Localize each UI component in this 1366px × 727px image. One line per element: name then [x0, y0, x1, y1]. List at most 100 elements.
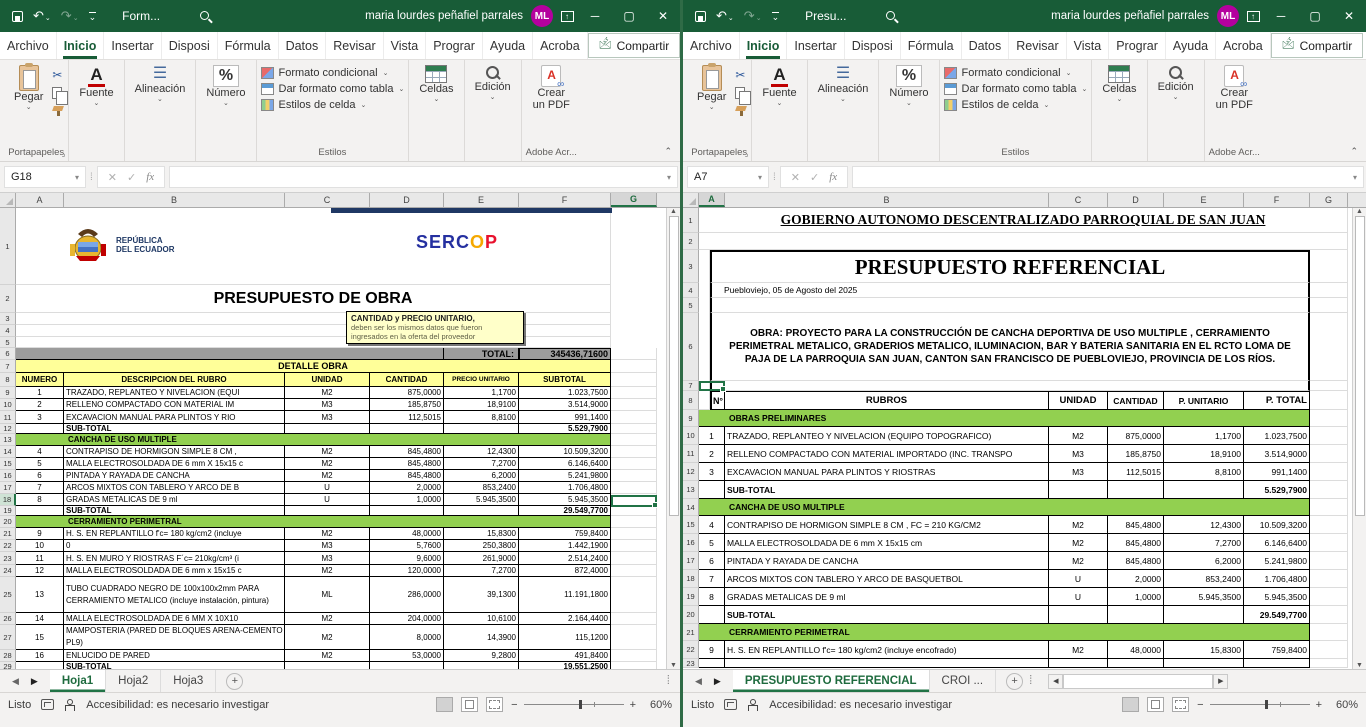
cell[interactable]: 5 [699, 534, 725, 552]
cell[interactable]: 845,4800 [1108, 552, 1164, 570]
cell[interactable]: SUB-TOTAL [64, 506, 285, 516]
row-header[interactable]: 8 [683, 391, 699, 410]
row-header[interactable]: 13 [683, 481, 699, 499]
cell[interactable] [1310, 552, 1348, 570]
cell[interactable]: 29.549,7700 [519, 506, 611, 516]
cancel-icon[interactable]: ✕ [108, 171, 117, 184]
cell[interactable]: 759,8400 [519, 528, 611, 540]
cell[interactable]: 112,5015 [370, 411, 444, 424]
table-row[interactable]: 2311H. S. EN MURO Y RIOSTRAS F´c= 210kg/… [0, 552, 666, 565]
font-button[interactable]: A Fuente⌄ [73, 62, 119, 110]
cell[interactable]: 9,2800 [444, 650, 519, 662]
cell[interactable]: M2 [285, 613, 370, 625]
page-break-view-icon[interactable] [486, 697, 503, 712]
cell[interactable]: M2 [285, 446, 370, 458]
row-header[interactable]: 1 [0, 208, 16, 285]
cell[interactable]: 5.529,7900 [1244, 481, 1310, 499]
cell[interactable]: SUB-TOTAL [725, 481, 1049, 499]
sheet-nav-right-icon[interactable]: ▶ [31, 676, 38, 687]
cell[interactable]: SUB-TOTAL [725, 606, 1049, 624]
row-header[interactable]: 26 [0, 613, 16, 625]
cell[interactable]: 9 [699, 641, 725, 659]
cell[interactable]: 1,0000 [370, 494, 444, 506]
cell[interactable] [611, 625, 657, 650]
cell[interactable]: 853,2400 [444, 482, 519, 494]
cell-description[interactable]: H. S. EN REPLANTILLO f'c= 180 kg/cm2 (in… [64, 528, 285, 540]
zoom-level[interactable]: 60% [1328, 699, 1358, 711]
normal-view-icon[interactable] [1122, 697, 1139, 712]
row-header[interactable]: 11 [683, 445, 699, 463]
share-button[interactable]: 🖄Compartir [1271, 33, 1364, 58]
row-header[interactable]: 4 [683, 283, 699, 298]
cell[interactable] [1164, 481, 1244, 499]
table-row[interactable]: 187ARCOS MIXTOS CON TABLERO Y ARCO DE BA… [683, 570, 1352, 588]
cell[interactable]: M2 [1049, 641, 1108, 659]
zoom-out-icon[interactable]: − [511, 699, 517, 711]
cell[interactable]: M3 [285, 399, 370, 411]
collapse-ribbon-icon[interactable]: ⌃ [664, 146, 672, 157]
cell-description[interactable]: RELLENO COMPACTADO CON MATERIAL IM [64, 399, 285, 411]
table-row[interactable]: 14CANCHA DE USO MULTIPLE [683, 499, 1352, 516]
page-break-view-icon[interactable] [1172, 697, 1189, 712]
undo-button[interactable]: ↶⌄ [33, 8, 51, 24]
cell[interactable]: 845,4800 [370, 470, 444, 482]
cell[interactable]: 48,0000 [1108, 641, 1164, 659]
cell[interactable] [1049, 481, 1108, 499]
table-row[interactable]: 2715MAMPOSTERIA (PARED DE BLOQUES ARENA-… [0, 625, 666, 650]
zoom-in-icon[interactable]: + [630, 699, 636, 711]
ribbon-tab-archivo[interactable]: Archivo [0, 32, 57, 59]
cell[interactable]: ML [285, 577, 370, 613]
cell[interactable]: 1.023,7500 [519, 387, 611, 399]
cell[interactable]: 845,4800 [1108, 516, 1164, 534]
column-header-E[interactable]: E [444, 193, 519, 207]
row-header[interactable]: 22 [0, 540, 16, 552]
row-header[interactable]: 10 [683, 427, 699, 445]
ribbon-tab-datos[interactable]: Datos [279, 32, 327, 59]
cell[interactable]: 1.706,4800 [519, 482, 611, 494]
table-row[interactable]: 176PINTADA Y RAYADA DE CANCHAM2845,48006… [683, 552, 1352, 570]
ribbon-tab-vista[interactable]: Vista [384, 32, 427, 59]
cell[interactable]: 8 [699, 588, 725, 606]
cell-description[interactable]: MALLA ELECTROSOLDADA DE 6 MM X 10X10 [64, 613, 285, 625]
tab-options-icon[interactable]: ⁞ [1029, 670, 1042, 692]
cell[interactable]: 14,3900 [444, 625, 519, 650]
cell[interactable]: 7 [16, 482, 64, 494]
cells-button[interactable]: Celdas⌄ [413, 62, 459, 106]
cell[interactable]: 1.442,1900 [519, 540, 611, 552]
conditional-formatting-button[interactable]: Formato condicional ⌄ [944, 67, 1088, 79]
row-header[interactable]: 16 [0, 470, 16, 482]
cell[interactable] [611, 577, 657, 613]
ribbon-tab-insertar[interactable]: Insertar [787, 32, 844, 59]
zoom-level[interactable]: 60% [642, 699, 672, 711]
ribbon-tab-revisar[interactable]: Revisar [326, 32, 383, 59]
cell[interactable]: 286,0000 [370, 577, 444, 613]
row-header[interactable]: 13 [0, 434, 16, 446]
cell[interactable] [370, 506, 444, 516]
row-header[interactable]: 2 [683, 233, 699, 250]
sheet-tab[interactable]: Hoja3 [161, 670, 216, 692]
cell[interactable] [1310, 445, 1348, 463]
cell[interactable]: 991,1400 [519, 411, 611, 424]
sheet-nav-left-icon[interactable]: ◀ [12, 676, 19, 687]
sheet-tab[interactable]: CROI ... [930, 670, 997, 692]
cell-description[interactable]: H. S. EN REPLANTILLO f'c= 180 kg/cm2 (in… [725, 641, 1049, 659]
cell[interactable] [699, 606, 725, 624]
cell-description[interactable]: RELLENO COMPACTADO CON MATERIAL IMPORTAD… [725, 445, 1049, 463]
cell[interactable] [611, 565, 657, 577]
enter-icon[interactable]: ✓ [127, 171, 136, 184]
sheet-tab[interactable]: Hoja1 [50, 670, 106, 692]
cell-description[interactable]: MALLA ELECTROSOLDADA DE 6 mm x 15x15 c [64, 565, 285, 577]
cell-description[interactable]: TUBO CUADRADO NEGRO DE 100x100x2mm PARA … [64, 577, 285, 613]
table-row[interactable]: 229H. S. EN REPLANTILLO f'c= 180 kg/cm2 … [683, 641, 1352, 659]
row-header[interactable]: 25 [0, 577, 16, 613]
accessibility-status[interactable]: Accesibilidad: es necesario investigar [769, 699, 952, 711]
cell[interactable]: SUB-TOTAL [64, 662, 285, 669]
cell[interactable]: 261,9000 [444, 552, 519, 565]
cell[interactable]: 6.146,6400 [1244, 534, 1310, 552]
cell-description[interactable]: EXCAVACION MANUAL PARA PLINTOS Y RIO [64, 411, 285, 424]
table-row[interactable]: 22100M35,7600250,38001.442,1900 [0, 540, 666, 552]
cell[interactable]: M2 [1049, 534, 1108, 552]
row-header[interactable]: 14 [683, 499, 699, 516]
row-header[interactable]: 23 [0, 552, 16, 565]
cell[interactable] [611, 399, 657, 411]
